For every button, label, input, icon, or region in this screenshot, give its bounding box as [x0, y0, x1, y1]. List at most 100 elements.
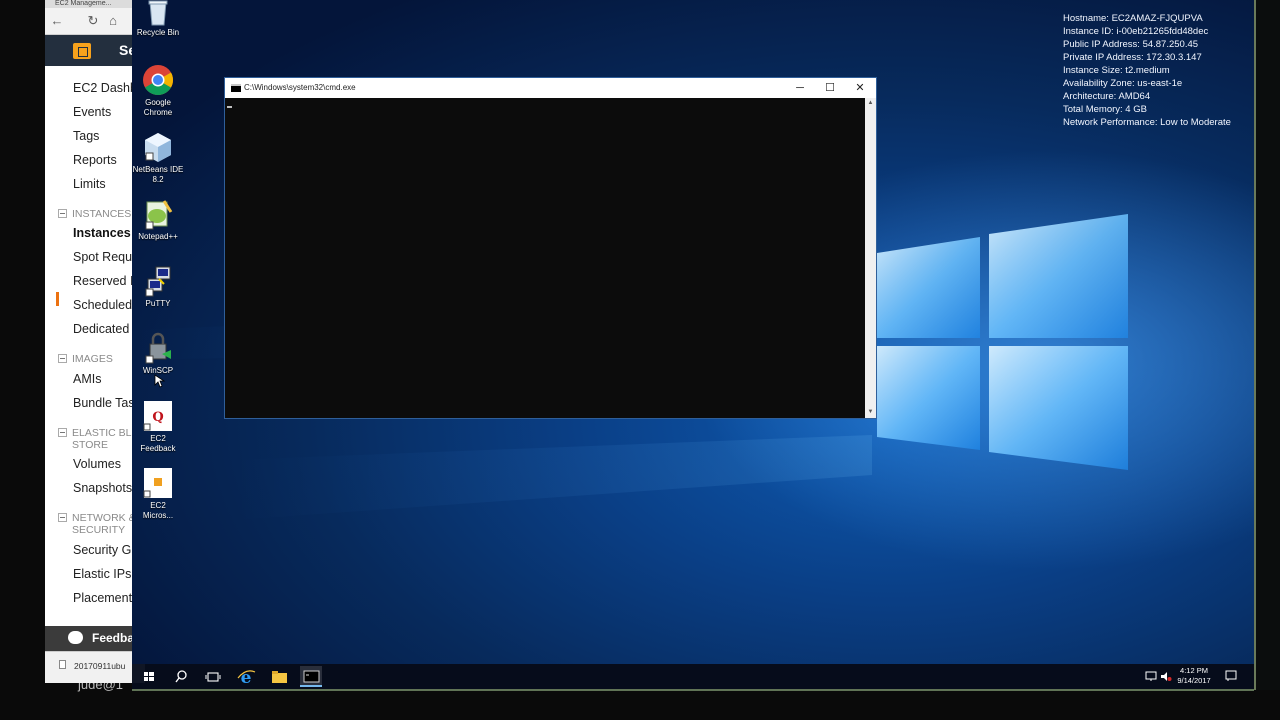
- section-label: ELASTIC BL: [72, 427, 132, 439]
- label-line1: NetBeans IDE: [132, 165, 184, 174]
- icon-label: EC2 Feedback: [132, 434, 184, 454]
- scroll-down-arrow-icon[interactable]: ▼: [866, 408, 875, 417]
- sidebar-item-amis[interactable]: AMIs: [73, 372, 101, 386]
- taskbar-file-explorer[interactable]: [268, 666, 290, 687]
- task-view-button[interactable]: [202, 666, 224, 687]
- action-center-icon[interactable]: [1225, 670, 1237, 682]
- reload-icon[interactable]: ↻: [85, 13, 101, 29]
- sidebar-item-snapshots[interactable]: Snapshots: [73, 481, 132, 495]
- download-shelf: 20170911ubu: [45, 651, 145, 683]
- sidebar-item-events[interactable]: Events: [73, 105, 111, 119]
- sidebar-item-reserved-instances[interactable]: Reserved I: [73, 274, 133, 288]
- aws-console-header: Se: [45, 35, 145, 66]
- file-icon: [59, 660, 66, 669]
- close-button[interactable]: ✕: [845, 80, 875, 96]
- section-instances[interactable]: INSTANCES: [58, 208, 131, 220]
- winscp-lock-icon: [142, 332, 174, 364]
- svg-text:Q: Q: [152, 410, 163, 425]
- section-images[interactable]: IMAGES: [58, 353, 113, 365]
- maximize-button[interactable]: ☐: [815, 80, 845, 96]
- task-view-icon: [205, 672, 221, 682]
- mouse-pointer-icon: [154, 374, 166, 388]
- section-label: IMAGES: [72, 353, 113, 365]
- cmd-icon: [303, 670, 320, 683]
- chrome-icon: [142, 64, 174, 96]
- cmd-scrollbar[interactable]: ▲ ▼: [865, 98, 876, 418]
- icon-label: Google Chrome: [132, 98, 184, 118]
- taskbar-cmd[interactable]: [300, 666, 322, 687]
- active-indicator: [56, 292, 59, 306]
- label-line1: Google: [145, 98, 171, 107]
- desktop-icon-ec2-feedback[interactable]: Q EC2 Feedback: [132, 400, 184, 454]
- section-elastic-block-store[interactable]: ELASTIC BL STORE: [58, 427, 132, 451]
- browser-toolbar: ← ↻ ⌂: [45, 8, 145, 35]
- sidebar-item-placement-groups[interactable]: Placement: [73, 591, 132, 605]
- sidebar-item-scheduled-instances[interactable]: Scheduled: [73, 298, 132, 312]
- taskbar-clock[interactable]: 4:12 PM 9/14/2017: [1172, 666, 1216, 686]
- home-icon[interactable]: ⌂: [105, 13, 121, 29]
- sidebar-item-spot-requests[interactable]: Spot Reque: [73, 250, 139, 264]
- desktop-icon-notepadpp[interactable]: Notepad++: [132, 198, 184, 242]
- download-item[interactable]: 20170911ubu: [59, 660, 125, 671]
- sidebar-item-volumes[interactable]: Volumes: [73, 457, 121, 471]
- label-line1: EC2: [150, 501, 166, 510]
- sidebar-item-limits[interactable]: Limits: [73, 177, 106, 191]
- feedback-label: Feedba: [92, 631, 135, 645]
- taskbar-internet-explorer[interactable]: e: [235, 666, 257, 688]
- back-arrow-icon[interactable]: ←: [49, 13, 65, 29]
- sidebar-item-bundle-tasks[interactable]: Bundle Tas: [73, 396, 135, 410]
- desktop-icon-winscp[interactable]: WinSCP: [132, 332, 184, 376]
- minimize-button[interactable]: ─: [785, 80, 815, 96]
- cmd-app-icon: [231, 84, 241, 92]
- private-ip-text: Private IP Address: 172.30.3.147: [1063, 52, 1202, 63]
- speech-bubble-icon: [68, 631, 83, 644]
- cmd-title-bar[interactable]: C:\Windows\system32\cmd.exe ─ ☐ ✕: [225, 78, 876, 98]
- icon-label: NetBeans IDE 8.2: [132, 165, 184, 185]
- network-performance-text: Network Performance: Low to Moderate: [1063, 117, 1231, 128]
- text-cursor: [227, 106, 232, 108]
- browser-window: EC2 Manageme... ← ↻ ⌂ Se EC2 Dashb Event…: [45, 0, 145, 683]
- folder-icon: [272, 671, 287, 683]
- feedback-bar[interactable]: Feedba: [45, 626, 145, 651]
- section-label: INSTANCES: [72, 208, 132, 220]
- label-line2: Micros...: [142, 511, 174, 520]
- icon-label: EC2 Micros...: [132, 501, 184, 521]
- screen-border: [1254, 0, 1280, 690]
- section-network-security[interactable]: NETWORK & SECURITY: [58, 512, 136, 536]
- sidebar-item-instances[interactable]: Instances: [73, 226, 131, 240]
- sidebar-item-ec2-dashboard[interactable]: EC2 Dashb: [73, 81, 137, 95]
- desktop-icon-netbeans[interactable]: NetBeans IDE 8.2: [132, 131, 184, 185]
- sidebar-item-security-groups[interactable]: Security Gr: [73, 543, 136, 557]
- scroll-up-arrow-icon[interactable]: ▲: [866, 99, 875, 108]
- screen-border-bottom: [132, 689, 1254, 691]
- clock-date: 9/14/2017: [1177, 676, 1211, 685]
- cmd-window[interactable]: C:\Windows\system32\cmd.exe ─ ☐ ✕ ▲ ▼: [224, 77, 877, 419]
- instance-info-overlay: Hostname: EC2AMAZ-FJQUPVA Instance ID: i…: [1063, 12, 1231, 129]
- architecture-text: Architecture: AMD64: [1063, 91, 1151, 102]
- desktop-icon-ec2-microsoft[interactable]: EC2 Micros...: [132, 467, 184, 521]
- search-button[interactable]: [170, 666, 192, 687]
- browser-tab-bar: EC2 Manageme...: [45, 0, 145, 8]
- sidebar-item-tags[interactable]: Tags: [73, 129, 99, 143]
- sidebar-item-reports[interactable]: Reports: [73, 153, 117, 167]
- aws-cube-icon[interactable]: [73, 43, 91, 59]
- sidebar-item-elastic-ips[interactable]: Elastic IPs: [73, 567, 131, 581]
- start-button[interactable]: [138, 666, 160, 687]
- label-line1: EC2: [150, 434, 166, 443]
- cmd-console-area[interactable]: [225, 98, 866, 418]
- hostname-text: Hostname: EC2AMAZ-FJQUPVA: [1063, 13, 1203, 24]
- label-line2: 8.2: [152, 175, 164, 184]
- desktop-icon-google-chrome[interactable]: Google Chrome: [132, 64, 184, 118]
- ec2-microsoft-icon: [142, 467, 174, 499]
- desktop-icon-putty[interactable]: PuTTY: [132, 265, 184, 309]
- label-line2: Chrome: [143, 108, 173, 117]
- volume-muted-icon[interactable]: [1160, 671, 1172, 682]
- network-icon[interactable]: [1145, 671, 1157, 682]
- instance-id-text: Instance ID: i-00eb21265fdd48dec: [1063, 26, 1209, 37]
- desktop-icon-recycle-bin[interactable]: Recycle Bin: [132, 0, 184, 38]
- instance-size-text: Instance Size: t2.medium: [1063, 65, 1170, 76]
- windows-start-icon: [144, 672, 154, 681]
- browser-tab[interactable]: EC2 Manageme...: [55, 0, 111, 7]
- clock-time: 4:12 PM: [1180, 666, 1208, 675]
- collapse-icon: [58, 428, 67, 437]
